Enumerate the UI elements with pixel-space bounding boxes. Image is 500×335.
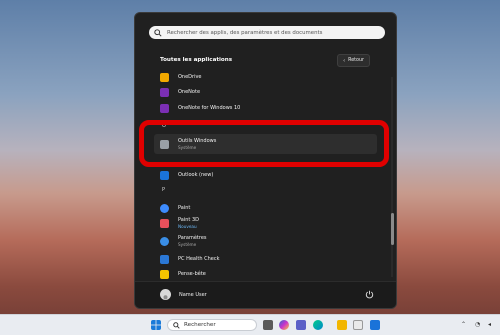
all-apps-heading: Toutes les applications: [160, 57, 233, 63]
app-name: Paint: [178, 205, 191, 211]
scrollbar-thumb[interactable]: [391, 213, 394, 245]
app-parametres[interactable]: Paramètres Système: [160, 234, 207, 248]
user-avatar[interactable]: [160, 289, 171, 300]
app-name: Outlook (new): [178, 172, 214, 178]
scrollbar-track[interactable]: [391, 77, 393, 277]
pc-health-check-icon: [160, 254, 169, 264]
app-onedrive[interactable]: OneDrive: [160, 70, 202, 84]
speaker-icon[interactable]: ◂: [488, 321, 491, 328]
app-name: Paramètres: [178, 235, 207, 241]
app-onenote[interactable]: OneNote: [160, 85, 200, 99]
start-search-box[interactable]: Rechercher des applis, des paramètres et…: [149, 26, 385, 39]
store-icon[interactable]: [353, 320, 363, 330]
back-button[interactable]: ‹ Retour: [337, 54, 370, 67]
edge-icon[interactable]: [313, 320, 323, 330]
settings-icon: [160, 236, 169, 246]
copilot-icon[interactable]: [279, 320, 289, 330]
teams-icon[interactable]: [296, 320, 306, 330]
section-letter-p: P: [162, 187, 166, 193]
app-pense-bete[interactable]: Pense-bête: [160, 267, 206, 281]
file-explorer-icon[interactable]: [337, 320, 347, 330]
app-name: Paint 3D: [178, 217, 199, 223]
search-icon: [154, 28, 162, 37]
app-subtitle: Nouveau: [178, 224, 197, 229]
paint-3d-icon: [160, 218, 169, 228]
user-icon: [163, 295, 168, 300]
app-name: OneNote for Windows 10: [178, 105, 241, 111]
app-outlook-new[interactable]: Outlook (new): [160, 168, 213, 182]
user-name[interactable]: Name User: [179, 292, 207, 298]
app-name: Pense-bête: [178, 271, 206, 277]
onenote-icon: [160, 103, 169, 113]
power-icon[interactable]: [365, 290, 374, 299]
app-subtitle: Système: [178, 242, 197, 247]
app-onenote-windows-10[interactable]: OneNote for Windows 10: [160, 101, 240, 115]
search-placeholder: Rechercher des applis, des paramètres et…: [167, 29, 323, 36]
windows-start-icon[interactable]: [151, 320, 161, 330]
chevron-up-icon[interactable]: ⌃: [461, 321, 466, 328]
app-pc-health-check[interactable]: PC Health Check: [160, 252, 219, 266]
red-highlight-outline: [139, 120, 389, 167]
back-label: Retour: [348, 58, 364, 63]
paint-icon: [160, 203, 169, 213]
taskbar-search-placeholder: Rechercher: [184, 322, 216, 328]
taskbar-search[interactable]: Rechercher: [167, 319, 257, 331]
app-name: OneNote: [178, 89, 201, 95]
app-name: PC Health Check: [178, 256, 220, 262]
app-name: OneDrive: [178, 74, 202, 80]
sticky-notes-icon: [160, 269, 169, 279]
chevron-left-icon: ‹: [343, 57, 346, 64]
app-paint[interactable]: Paint: [160, 201, 190, 215]
onenote-icon: [160, 87, 169, 97]
wifi-icon[interactable]: ◔: [475, 321, 480, 328]
task-view-icon[interactable]: [263, 320, 273, 330]
onedrive-icon: [160, 72, 169, 82]
app-paint-3d[interactable]: Paint 3D Nouveau: [160, 216, 199, 230]
search-icon: [173, 321, 180, 329]
taskbar: Rechercher ⌃ ◔ ◂: [0, 314, 500, 335]
outlook-taskbar-icon[interactable]: [370, 320, 380, 330]
start-menu-footer: Name User: [135, 281, 396, 308]
outlook-icon: [160, 170, 169, 180]
